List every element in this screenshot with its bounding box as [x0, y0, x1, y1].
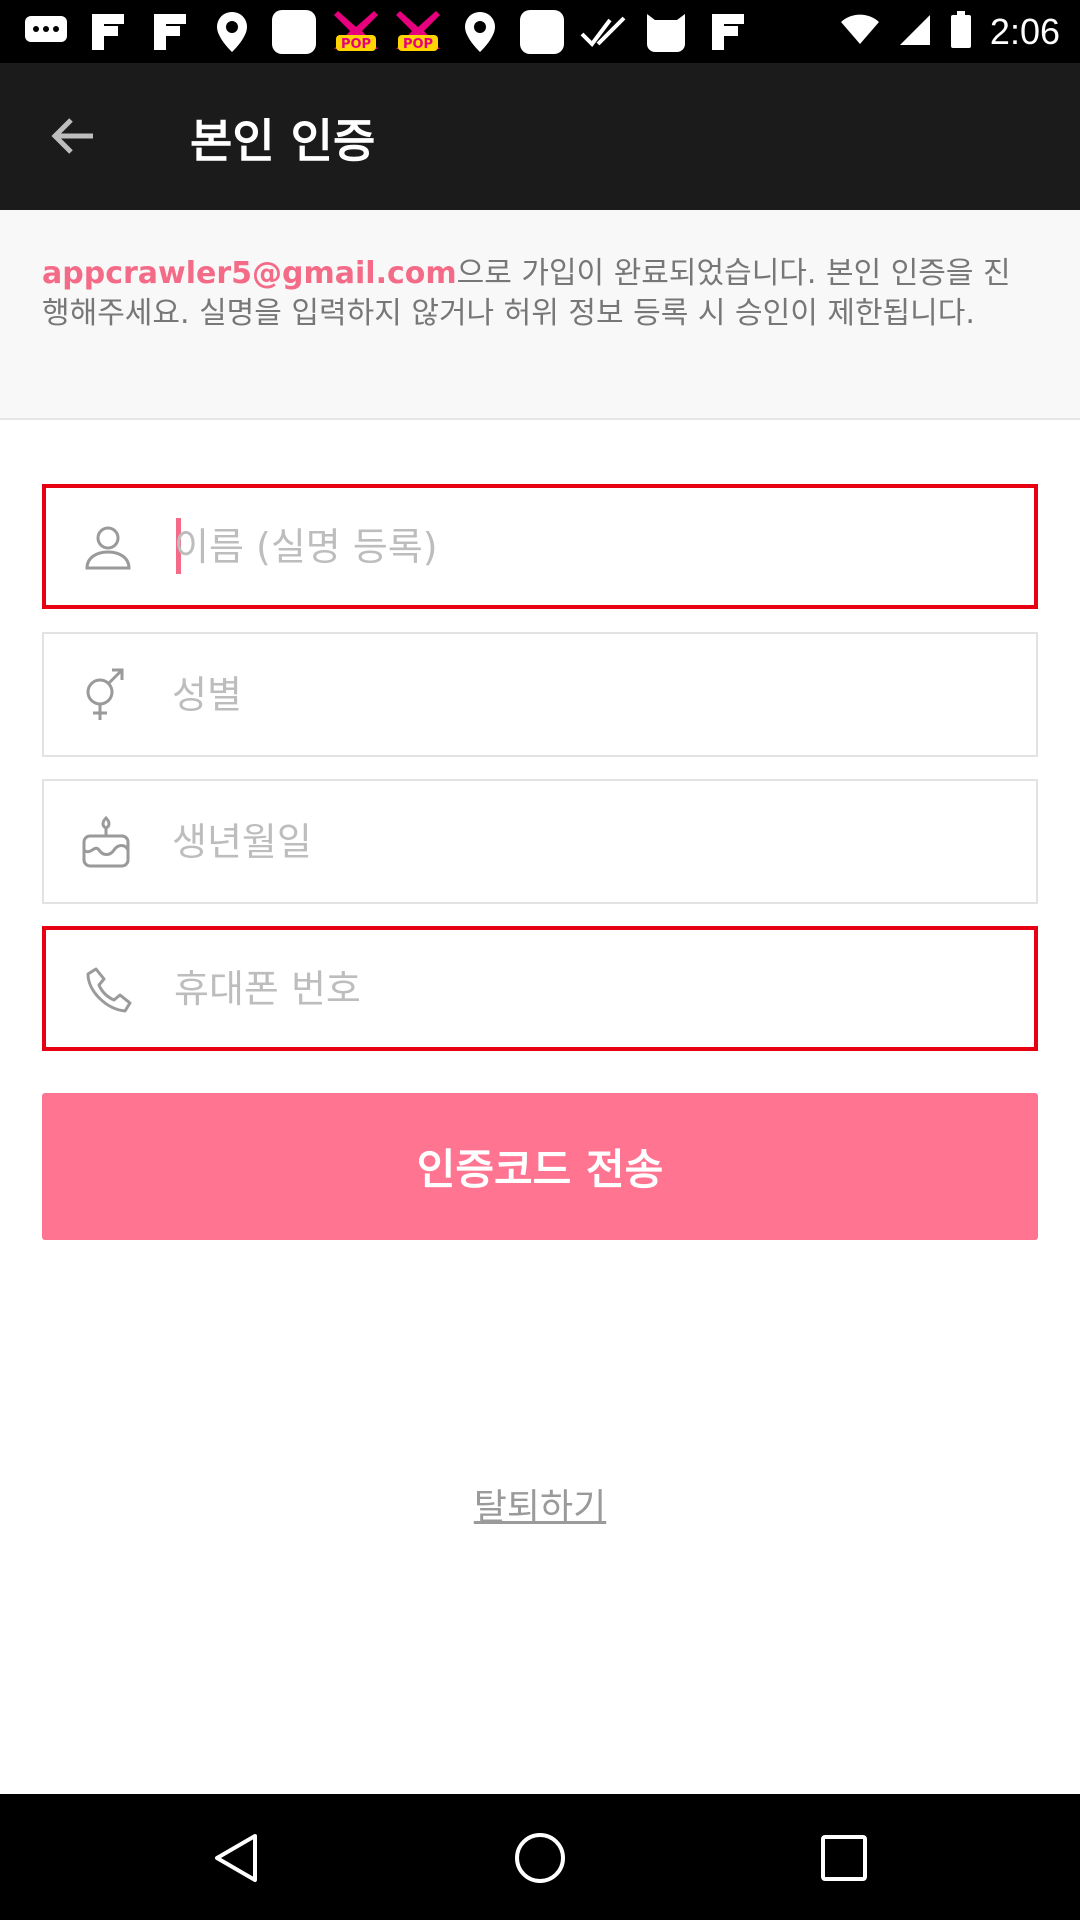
- location-pin-icon: [208, 8, 256, 56]
- signal-icon: [898, 13, 932, 51]
- svg-text:POP: POP: [403, 37, 433, 52]
- phone-field[interactable]: [42, 926, 1038, 1051]
- notice-text: appcrawler5@gmail.com으로 가입이 완료되었습니다. 본인 …: [42, 254, 1038, 334]
- back-button[interactable]: [40, 103, 106, 169]
- cake-icon: [70, 806, 142, 878]
- nav-home-button[interactable]: [504, 1822, 576, 1894]
- phone-icon: [72, 953, 144, 1025]
- name-field[interactable]: [42, 484, 1038, 609]
- notice-email: appcrawler5@gmail.com: [42, 256, 457, 291]
- wifi-icon: [840, 14, 880, 50]
- page-title: 본인 인증: [190, 114, 376, 168]
- birthday-field[interactable]: [42, 779, 1038, 904]
- gender-icon: [70, 659, 142, 731]
- nav-recents-button[interactable]: [808, 1822, 880, 1894]
- svg-text:POP: POP: [341, 37, 371, 52]
- chat-bubble-icon: [22, 8, 70, 56]
- gender-input[interactable]: [172, 634, 1012, 755]
- gender-field[interactable]: [42, 632, 1038, 757]
- app-bar: 본인 인증: [0, 63, 1080, 210]
- flipboard-icon: [84, 8, 132, 56]
- app-square-icon: [518, 8, 566, 56]
- nav-back-button[interactable]: [200, 1822, 272, 1894]
- home-circle-icon: [515, 1833, 565, 1883]
- navigation-bar: [0, 1794, 1080, 1920]
- pop-ribbon-icon: POP: [332, 8, 380, 56]
- flipboard-icon: [704, 8, 752, 56]
- location-pin-icon: [456, 8, 504, 56]
- person-icon: [72, 511, 144, 583]
- cat-icon: [642, 8, 690, 56]
- back-triangle-icon: [215, 1834, 257, 1882]
- birthday-input[interactable]: [172, 781, 1012, 902]
- system-status: 2:06: [840, 0, 1060, 63]
- flipboard-icon: [146, 8, 194, 56]
- notification-icons: POP POP: [22, 8, 752, 56]
- withdraw-link[interactable]: 탈퇴하기: [0, 1478, 1080, 1530]
- battery-icon: [950, 10, 972, 53]
- clock: 2:06: [989, 10, 1060, 52]
- phone-input[interactable]: [174, 930, 1014, 1047]
- app-square-icon: [270, 8, 318, 56]
- pop-ribbon-icon: POP: [394, 8, 442, 56]
- arrow-left-icon: [51, 118, 93, 154]
- name-input[interactable]: [174, 488, 1014, 605]
- status-bar: POP POP 2:06: [0, 0, 1080, 63]
- check-icon: [580, 8, 628, 56]
- recents-square-icon: [821, 1835, 867, 1881]
- send-code-button[interactable]: 인증코드 전송: [42, 1093, 1038, 1240]
- signup-notice: appcrawler5@gmail.com으로 가입이 완료되었습니다. 본인 …: [0, 210, 1080, 420]
